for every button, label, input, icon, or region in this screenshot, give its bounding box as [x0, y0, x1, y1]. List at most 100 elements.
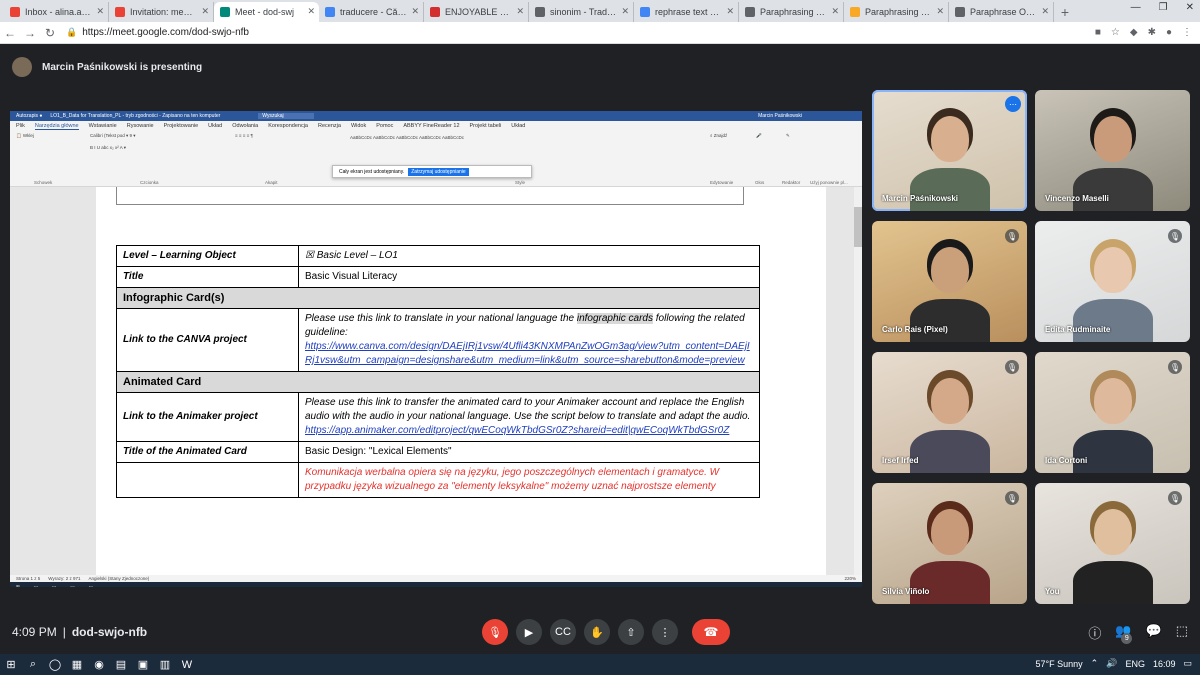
tab-close-icon[interactable]: ✕	[307, 6, 315, 17]
browser-tab[interactable]: sinonim - Traducere ✕	[529, 2, 634, 22]
participant-tile[interactable]: Vincenzo Maselli	[1035, 90, 1190, 211]
animaker-link[interactable]: https://app.animaker.com/editproject/qwE…	[305, 425, 729, 436]
notifications-icon[interactable]: ▭	[1183, 658, 1192, 669]
volume-icon[interactable]: 🔊	[1106, 658, 1117, 669]
more-options-button[interactable]: ⋮	[652, 619, 678, 645]
word-menu-item: ABBYY FineReader 12	[403, 123, 460, 129]
extension-icon[interactable]: ◆	[1130, 27, 1138, 38]
end-call-button[interactable]: ☎	[692, 619, 730, 645]
tab-favicon-icon	[430, 7, 440, 17]
browser-tab[interactable]: Paraphrase Online ✕	[949, 2, 1054, 22]
stop-sharing-button[interactable]: Zatrzymaj udostępnianie	[408, 167, 469, 176]
puzzle-icon[interactable]: ✱	[1148, 27, 1156, 38]
tab-close-icon[interactable]: ✕	[831, 6, 839, 17]
styles-gallery: AaBbCcDc AaBbCcDc AaBbCcDc AaBbCcDc AaBb…	[350, 135, 465, 140]
shared-screen: Autozapis ● LO1_B_Data for Translation_P…	[10, 111, 862, 587]
browser-tab[interactable]: Paraphrasing Tool ✕	[844, 2, 949, 22]
browser-tab[interactable]: Paraphrasing Tool ✕	[739, 2, 844, 22]
tab-close-icon[interactable]: ✕	[201, 6, 209, 17]
profile-icon[interactable]: ●	[1166, 27, 1172, 38]
tab-close-icon[interactable]: ✕	[411, 6, 419, 17]
search-icon[interactable]: ⌕	[22, 658, 44, 671]
scroll-thumb[interactable]	[854, 207, 862, 247]
tab-title: Paraphrase Online	[970, 7, 1037, 17]
language-indicator[interactable]: ENG	[1125, 659, 1145, 669]
taskbar-app-icon[interactable]: ▥	[154, 658, 176, 671]
tab-close-icon[interactable]: ✕	[516, 6, 524, 17]
participant-tile[interactable]: Ida Cortoni 🎙	[1035, 352, 1190, 473]
participant-tile[interactable]: Irsef Irfed 🎙	[872, 352, 1027, 473]
word-menu-item: Widok	[350, 123, 367, 129]
word-menu: Plik Narzędzia główne Wstawianie Rysowanie P…	[10, 121, 862, 131]
clock[interactable]: 16:09	[1153, 659, 1176, 669]
participant-face	[1094, 247, 1132, 293]
people-icon[interactable]: 👥 9	[1115, 623, 1133, 650]
raise-hand-button[interactable]: ✋	[584, 619, 610, 645]
url-text: https://meet.google.com/dod-swjo-nfb	[82, 27, 249, 38]
participant-tile[interactable]: Edita Rudminaite 🎙	[1035, 221, 1190, 342]
word-scrollbar[interactable]	[854, 187, 862, 575]
participant-tile[interactable]: You 🎙	[1035, 483, 1190, 604]
tab-favicon-icon	[535, 7, 545, 17]
chat-icon[interactable]: 💬	[1146, 623, 1162, 650]
camera-icon[interactable]: ■	[1095, 27, 1101, 38]
taskbar-app-icon[interactable]: ▤	[110, 658, 132, 671]
url-field[interactable]: 🔒 https://meet.google.com/dod-swjo-nfb	[66, 27, 249, 38]
browser-tab[interactable]: Inbox - alina.ailinca ✕	[4, 2, 109, 22]
windows-start-icon[interactable]: ⊞	[0, 658, 22, 671]
tab-title: sinonim - Traducere	[550, 7, 617, 17]
participant-tile[interactable]: Carlo Rais (Pixel) 🎙	[872, 221, 1027, 342]
weather-text[interactable]: 57°F Sunny	[1036, 659, 1083, 669]
forward-icon[interactable]: →	[20, 26, 40, 40]
participant-face	[931, 116, 969, 162]
group-label: Redaktor	[782, 180, 801, 185]
back-icon[interactable]: ←	[0, 26, 20, 40]
tray-icon[interactable]: ⌃	[1091, 658, 1099, 669]
word-icon[interactable]: W	[176, 659, 198, 671]
star-icon[interactable]: ☆	[1111, 27, 1120, 38]
info-icon[interactable]: ⓘ	[1088, 623, 1101, 650]
more-options-icon[interactable]: ⋯	[1005, 96, 1021, 112]
sharing-text: Cały ekran jest udostępniany.	[339, 168, 405, 175]
taskbar-app-icon[interactable]: ▣	[132, 658, 154, 671]
canva-link[interactable]: https://www.canva.com/design/DAEjIRj1vsw…	[305, 341, 750, 366]
participant-body	[1073, 168, 1153, 211]
tab-close-icon[interactable]: ✕	[936, 6, 944, 17]
activities-icon[interactable]: ⬚	[1176, 623, 1188, 650]
tab-close-icon[interactable]: ✕	[1041, 6, 1049, 17]
cell-value: ☒ Basic Level – LO1	[298, 245, 760, 267]
chrome-icon[interactable]: ◉	[88, 658, 110, 671]
camera-button[interactable]: ▶	[516, 619, 542, 645]
participant-tile[interactable]: Marcin Paśnikowski ⋯	[872, 90, 1027, 211]
mic-off-button[interactable]: 🎙	[482, 619, 508, 645]
browser-tab[interactable]: traducere - Căutare ✕	[319, 2, 424, 22]
browser-tab[interactable]: Meet - dod-swj ✕	[214, 2, 319, 22]
reload-icon[interactable]: ↻	[40, 26, 60, 40]
task-view-icon[interactable]: ◯	[44, 658, 66, 671]
tab-close-icon[interactable]: ✕	[96, 6, 104, 17]
captions-button[interactable]: CC	[550, 619, 576, 645]
browser-tab[interactable]: rephrase text - Căut ✕	[634, 2, 739, 22]
remote-taskbar: ⊞ ▭ ▭ ▭ ▭	[10, 582, 862, 587]
new-tab-icon[interactable]: +	[1054, 2, 1076, 22]
group-label: Akapit	[265, 180, 278, 185]
status-page: Strona 1 z 5	[16, 576, 41, 581]
close-window-icon[interactable]: ✕	[1186, 2, 1194, 13]
tab-close-icon[interactable]: ✕	[726, 6, 734, 17]
presenter-avatar	[12, 57, 32, 77]
browser-tab[interactable]: ENJOYABLE Synony ✕	[424, 2, 529, 22]
minimize-icon[interactable]: —	[1131, 2, 1141, 13]
menu-dots-icon[interactable]: ⋮	[1182, 27, 1192, 38]
participant-tile[interactable]: Silvia Viñolo 🎙	[872, 483, 1027, 604]
browser-tab[interactable]: Invitation: meeting ✕	[109, 2, 214, 22]
tab-favicon-icon	[850, 7, 860, 17]
maximize-icon[interactable]: ❐	[1159, 2, 1168, 13]
browser-tab-strip: Inbox - alina.ailinca✕Invitation: meetin…	[0, 0, 1200, 22]
participant-name: Marcin Paśnikowski	[882, 194, 959, 203]
presenting-label: Marcin Paśnikowski is presenting	[42, 61, 203, 73]
present-button[interactable]: ⇧	[618, 619, 644, 645]
polish-text: Komunikacja werbalna opiera się na język…	[298, 462, 760, 498]
taskbar-app-icon[interactable]: ▦	[66, 658, 88, 671]
tab-close-icon[interactable]: ✕	[621, 6, 629, 17]
tab-title: ENJOYABLE Synony	[445, 7, 512, 17]
